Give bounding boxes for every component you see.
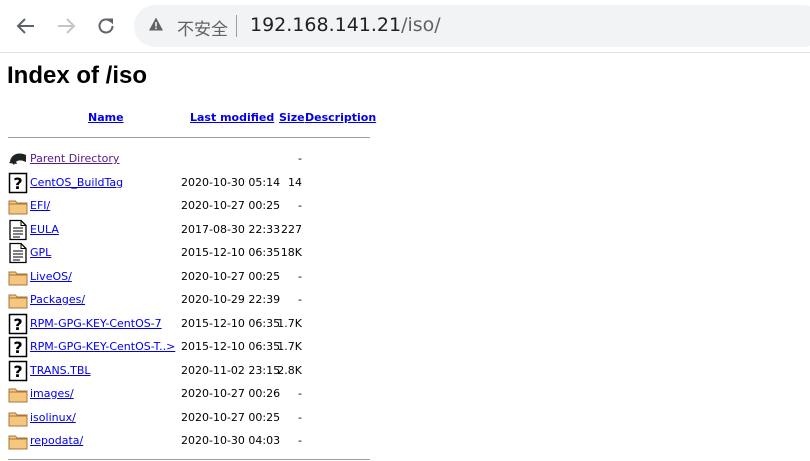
list-item: isolinux/2020-10-27 00:25- [8, 407, 378, 427]
file-size: - [298, 269, 302, 283]
list-item: EULA 2017-08-30 22:33 227 [8, 219, 378, 241]
file-size: 2.8K [277, 363, 302, 377]
file-link[interactable]: repodata/ [30, 434, 83, 447]
file-link[interactable]: GPL [30, 246, 51, 259]
url-text[interactable]: 192.168.141.21/iso/ [250, 14, 441, 36]
url-host: 192.168.141.21 [250, 14, 402, 36]
file-size: - [298, 199, 302, 212]
file-size: - [298, 410, 302, 424]
file-link[interactable]: TRANS.TBL [30, 364, 91, 377]
file-link[interactable]: LiveOS/ [30, 270, 72, 283]
file-link[interactable]: Parent Directory [30, 152, 119, 165]
svg-text:?: ? [13, 315, 22, 334]
page-title: Index of /iso [7, 62, 148, 89]
reload-icon [98, 18, 114, 34]
list-item: ? TRANS.TBL 2020-11-02 23:15 2.8K [8, 360, 378, 382]
unknown-file-icon: ? [8, 172, 28, 194]
file-link[interactable]: Packages/ [30, 293, 85, 306]
file-size: 14 [288, 175, 302, 189]
footer-divider [8, 459, 370, 460]
list-item: images/2020-10-27 00:26- [8, 383, 378, 403]
list-item: ? RPM-GPG-KEY-CentOS-T..> 2015-12-10 06:35… [8, 336, 378, 358]
sort-by-name-link[interactable]: Name [88, 111, 124, 124]
unknown-file-icon: ? [8, 313, 28, 335]
svg-text:?: ? [13, 338, 22, 357]
folder-icon [8, 266, 28, 288]
unknown-file-icon: ? [8, 360, 28, 382]
forward-button[interactable] [52, 12, 80, 40]
list-item: Parent Directory - [8, 148, 378, 168]
header-divider [8, 137, 370, 138]
file-size: 1.7K [277, 316, 302, 330]
list-item: GPL 2015-12-10 06:35 18K [8, 242, 378, 264]
text-file-icon [8, 219, 28, 241]
arrow-right-icon [58, 18, 76, 34]
sort-by-last-modified-link[interactable]: Last modified [190, 111, 274, 124]
url-path: /iso/ [401, 14, 441, 36]
file-size: - [298, 387, 302, 400]
unknown-file-icon: ? [8, 336, 28, 358]
list-item: ? CentOS_BuildTag 2020-10-30 05:14 14 [8, 172, 378, 194]
folder-icon [8, 383, 28, 405]
arrow-left-icon [16, 18, 34, 34]
file-size: 18K [280, 246, 302, 259]
folder-icon [8, 407, 28, 429]
svg-text:?: ? [13, 362, 22, 381]
sort-by-description-link[interactable]: Description [305, 111, 376, 124]
folder-icon [8, 289, 28, 311]
file-size: - [298, 152, 302, 165]
list-item: EFI/2020-10-27 00:25- [8, 195, 378, 215]
file-link[interactable]: CentOS_BuildTag [30, 176, 123, 189]
folder-icon [8, 430, 28, 452]
file-size: - [298, 293, 302, 306]
file-link[interactable]: RPM-GPG-KEY-CentOS-7 [30, 317, 162, 330]
file-size: 1.7K [277, 340, 302, 353]
reload-button[interactable] [92, 12, 120, 40]
file-size: 227 [281, 222, 302, 236]
back-icon [8, 148, 28, 170]
security-status-label[interactable]: 不安全 [177, 15, 228, 40]
svg-text:?: ? [13, 174, 22, 193]
list-item: LiveOS/2020-10-27 00:25- [8, 266, 378, 286]
list-item: Packages/2020-10-29 22:39- [8, 289, 378, 309]
list-item: repodata/2020-10-30 04:03- [8, 430, 378, 450]
sort-by-size-link[interactable]: Size [279, 111, 305, 124]
file-link[interactable]: RPM-GPG-KEY-CentOS-T..> [30, 340, 175, 353]
list-item: ? RPM-GPG-KEY-CentOS-7 2015-12-10 06:35 1.7… [8, 313, 378, 335]
back-button[interactable] [12, 12, 40, 40]
file-link[interactable]: images/ [30, 387, 74, 400]
folder-icon [8, 195, 28, 217]
address-divider [236, 15, 237, 37]
file-link[interactable]: EULA [30, 223, 59, 236]
file-link[interactable]: isolinux/ [30, 411, 76, 424]
file-link[interactable]: EFI/ [30, 199, 50, 212]
browser-toolbar: 不安全 192.168.141.21/iso/ [0, 0, 810, 53]
file-size: - [298, 434, 302, 447]
text-file-icon [8, 242, 28, 264]
warning-icon[interactable] [148, 16, 164, 32]
